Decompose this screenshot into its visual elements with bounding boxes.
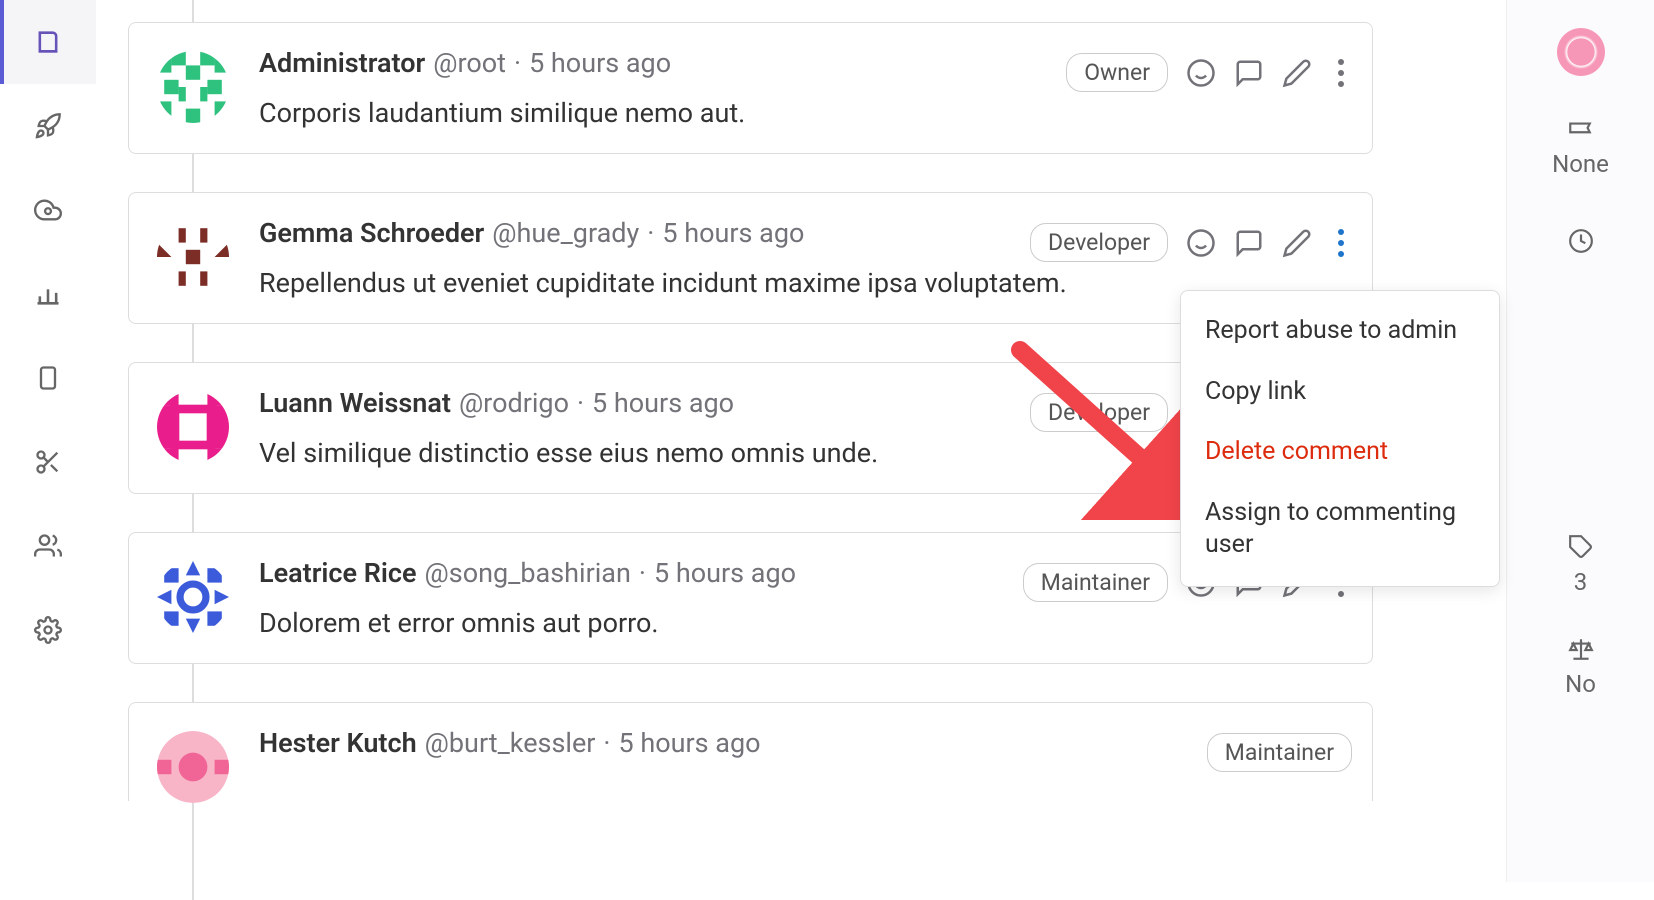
timestamp[interactable]: 5 hours ago xyxy=(662,217,804,249)
milestone-section[interactable]: None xyxy=(1552,116,1609,178)
emoji-icon[interactable] xyxy=(1186,58,1216,88)
more-actions-button[interactable] xyxy=(1330,55,1352,91)
timestamp[interactable]: 5 hours ago xyxy=(529,47,671,79)
tag-icon xyxy=(1568,534,1594,560)
scissors-icon xyxy=(34,448,62,476)
reply-icon[interactable] xyxy=(1234,58,1264,88)
timestamp[interactable]: 5 hours ago xyxy=(654,557,796,589)
weight-value: No xyxy=(1565,670,1596,698)
avatar[interactable] xyxy=(157,51,229,123)
nav-cloud[interactable] xyxy=(0,168,96,252)
labels-section[interactable]: 3 xyxy=(1568,534,1594,596)
role-badge: Developer xyxy=(1030,393,1168,432)
weight-section[interactable]: No xyxy=(1565,636,1596,698)
milestone-value: None xyxy=(1552,150,1609,178)
avatar[interactable] xyxy=(157,391,229,463)
author-name[interactable]: Hester Kutch xyxy=(259,727,417,759)
username[interactable]: @burt_kessler xyxy=(425,727,596,759)
copy-link-item[interactable]: Copy link xyxy=(1181,362,1499,423)
role-badge: Maintainer xyxy=(1207,733,1352,772)
emoji-icon[interactable] xyxy=(1186,228,1216,258)
separator: · xyxy=(577,387,584,419)
rocket-icon xyxy=(34,112,62,140)
comment-actions: Maintainer xyxy=(1207,733,1352,772)
left-sidebar xyxy=(0,0,96,882)
username[interactable]: @root xyxy=(433,47,506,79)
book-icon xyxy=(34,364,62,392)
users-icon xyxy=(34,532,62,560)
avatar[interactable] xyxy=(157,561,229,633)
comment-body: Dolorem et error omnis aut porro. xyxy=(259,607,1344,639)
clock-icon xyxy=(1568,228,1594,254)
comment-item: Hester Kutch @burt_kessler · 5 hours ago… xyxy=(128,702,1373,801)
chart-icon xyxy=(34,280,62,308)
comment-actions-dropdown: Report abuse to admin Copy link Delete c… xyxy=(1180,290,1500,587)
more-actions-button[interactable] xyxy=(1330,225,1352,261)
nav-members[interactable] xyxy=(0,504,96,588)
comment-body: Corporis laudantium similique nemo aut. xyxy=(259,97,1344,129)
milestone-icon xyxy=(1567,116,1593,142)
cloud-download-icon xyxy=(34,196,62,224)
author-name[interactable]: Luann Weissnat xyxy=(259,387,451,419)
separator: · xyxy=(647,217,654,249)
nav-wiki[interactable] xyxy=(0,336,96,420)
time-section[interactable] xyxy=(1568,228,1594,254)
right-sidebar: None 3 No xyxy=(1506,0,1654,882)
comment-actions: Owner xyxy=(1066,53,1352,92)
username[interactable]: @song_bashirian xyxy=(425,557,631,589)
nav-snippets[interactable] xyxy=(0,420,96,504)
comment-actions: Developer xyxy=(1030,223,1352,262)
reply-icon[interactable] xyxy=(1234,228,1264,258)
timestamp[interactable]: 5 hours ago xyxy=(592,387,734,419)
scale-icon xyxy=(1568,636,1594,662)
nav-analytics[interactable] xyxy=(0,252,96,336)
role-badge: Owner xyxy=(1066,53,1168,92)
assign-user-item[interactable]: Assign to commenting user xyxy=(1181,483,1499,576)
report-abuse-item[interactable]: Report abuse to admin xyxy=(1181,301,1499,362)
username[interactable]: @hue_grady xyxy=(492,217,639,249)
separator: · xyxy=(639,557,646,589)
labels-count: 3 xyxy=(1574,568,1588,596)
avatar[interactable] xyxy=(157,221,229,293)
separator: · xyxy=(603,727,610,759)
delete-comment-item[interactable]: Delete comment xyxy=(1181,422,1499,483)
edit-icon[interactable] xyxy=(1282,228,1312,258)
nav-rocket[interactable] xyxy=(0,84,96,168)
avatar[interactable] xyxy=(157,731,229,803)
assignee-avatar[interactable] xyxy=(1557,28,1605,76)
author-name[interactable]: Administrator xyxy=(259,47,425,79)
username[interactable]: @rodrigo xyxy=(459,387,569,419)
gear-icon xyxy=(34,616,62,644)
separator: · xyxy=(514,47,521,79)
role-badge: Maintainer xyxy=(1023,563,1168,602)
edit-icon[interactable] xyxy=(1282,58,1312,88)
role-badge: Developer xyxy=(1030,223,1168,262)
nav-settings[interactable] xyxy=(0,588,96,672)
project-icon xyxy=(34,28,62,56)
author-name[interactable]: Leatrice Rice xyxy=(259,557,417,589)
comment-item: Administrator @root · 5 hours ago Corpor… xyxy=(128,22,1373,154)
timestamp[interactable]: 5 hours ago xyxy=(618,727,760,759)
nav-project[interactable] xyxy=(0,0,96,84)
author-name[interactable]: Gemma Schroeder xyxy=(259,217,484,249)
